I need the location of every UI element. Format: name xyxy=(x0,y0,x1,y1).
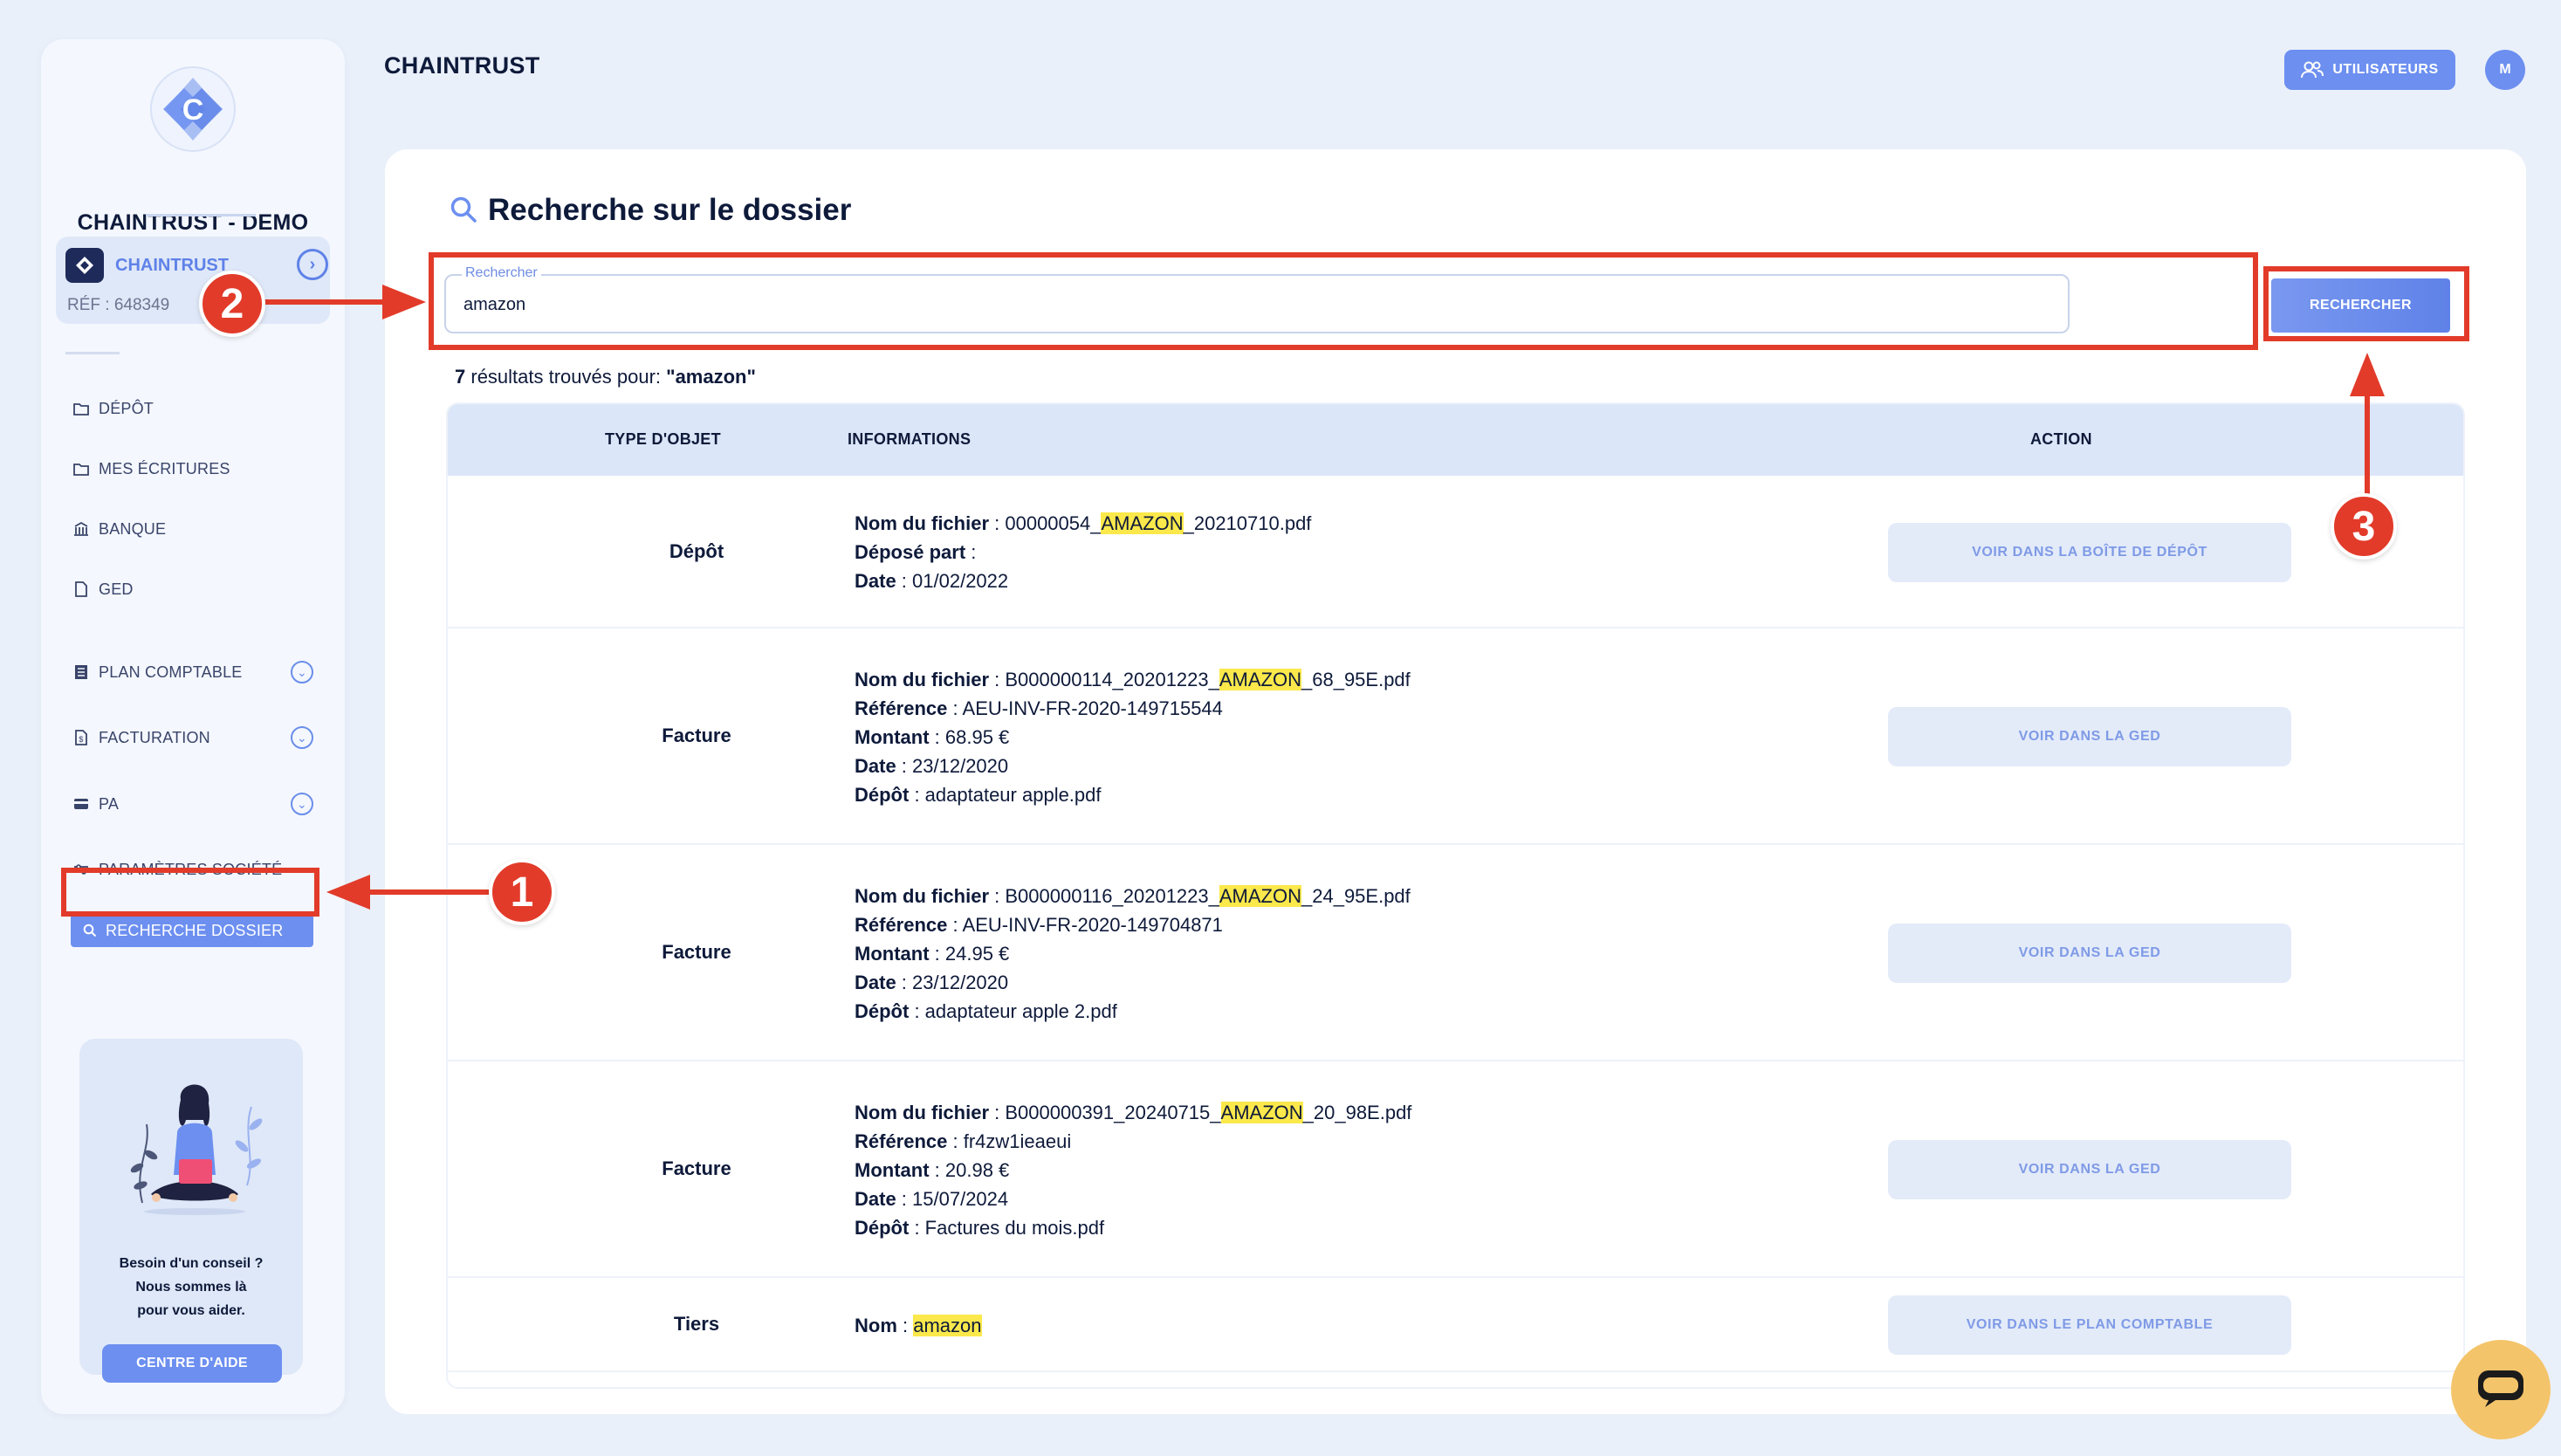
annotation-step-2: 2 xyxy=(199,271,265,337)
chat-button[interactable] xyxy=(2451,1340,2551,1439)
annotation-step-3: 3 xyxy=(2331,493,2397,560)
chat-icon xyxy=(2476,1369,2525,1411)
annotation-step-1: 1 xyxy=(489,859,555,925)
annotation-arrows xyxy=(262,285,2385,910)
